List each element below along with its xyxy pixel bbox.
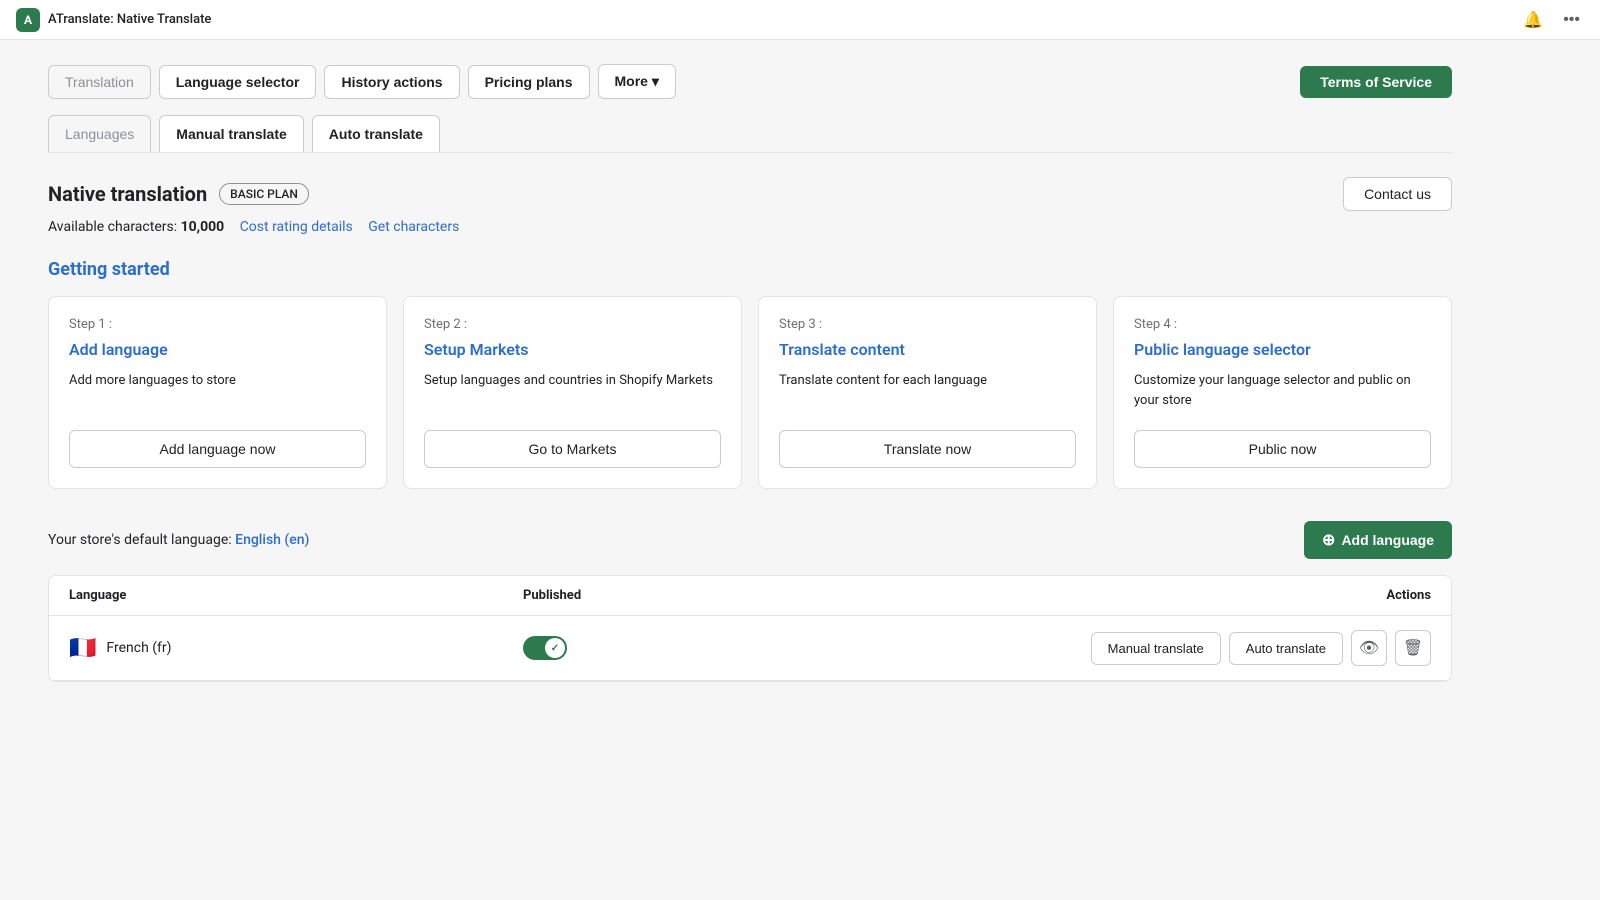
eye-icon: 👁 [1359, 638, 1379, 658]
col-header-language: Language [69, 588, 523, 603]
getting-started-title: Getting started [48, 259, 1452, 280]
step-1-label: Step 1 : [69, 317, 366, 332]
nav-tabs: Translation Language selector History ac… [48, 64, 1452, 99]
plus-circle-icon: ⊕ [1322, 530, 1335, 550]
col-header-actions: Actions [977, 588, 1431, 603]
language-name: French (fr) [106, 640, 171, 656]
toggle-knob: ✓ [545, 638, 565, 658]
manual-translate-row-button[interactable]: Manual translate [1091, 632, 1221, 665]
tab-language-selector[interactable]: Language selector [159, 65, 317, 99]
add-language-button[interactable]: ⊕ Add language [1304, 521, 1452, 559]
section-header: Native translation BASIC PLAN Contact us [48, 177, 1452, 211]
terms-of-service-button[interactable]: Terms of Service [1300, 66, 1452, 98]
step-4-label: Step 4 : [1134, 317, 1431, 332]
auto-translate-row-button[interactable]: Auto translate [1229, 632, 1343, 665]
title-bar: A ATranslate: Native Translate 🔔 ••• [0, 0, 1600, 40]
language-cell: 🇫🇷 French (fr) [69, 636, 523, 661]
cost-rating-link[interactable]: Cost rating details [240, 219, 353, 235]
step-2-desc: Setup languages and countries in Shopify… [424, 371, 721, 410]
step-2-title: Setup Markets [424, 340, 721, 359]
subtab-manual-translate[interactable]: Manual translate [159, 115, 303, 152]
notification-icon[interactable]: 🔔 [1519, 6, 1547, 34]
table-header: Language Published Actions [49, 576, 1451, 616]
step-4-button[interactable]: Public now [1134, 430, 1431, 468]
plan-badge: BASIC PLAN [219, 183, 309, 205]
default-lang-row: Your store's default language: English (… [48, 521, 1452, 559]
sub-tabs: Languages Manual translate Auto translat… [48, 115, 1452, 153]
step-1-title: Add language [69, 340, 366, 359]
published-toggle-container: ✓ [523, 636, 977, 660]
char-info: Available characters: 10,000 Cost rating… [48, 219, 1452, 235]
step-card-3: Step 3 : Translate content Translate con… [758, 296, 1097, 489]
step-3-desc: Translate content for each language [779, 371, 1076, 410]
view-icon-button[interactable]: 👁 [1351, 630, 1387, 666]
step-1-desc: Add more languages to store [69, 371, 366, 410]
more-options-icon[interactable]: ••• [1559, 7, 1584, 33]
app-title: ATranslate: Native Translate [48, 12, 211, 27]
checkmark-icon: ✓ [551, 643, 559, 654]
section-title-row: Native translation BASIC PLAN [48, 182, 309, 206]
tab-translation[interactable]: Translation [48, 65, 151, 99]
col-header-published: Published [523, 588, 977, 603]
main-content: Translation Language selector History ac… [0, 40, 1500, 706]
subtab-languages[interactable]: Languages [48, 115, 151, 152]
step-3-title: Translate content [779, 340, 1076, 359]
step-card-2: Step 2 : Setup Markets Setup languages a… [403, 296, 742, 489]
step-2-label: Step 2 : [424, 317, 721, 332]
step-4-desc: Customize your language selector and pub… [1134, 371, 1431, 410]
app-icon: A [16, 8, 40, 32]
published-toggle[interactable]: ✓ [523, 636, 567, 660]
step-4-title: Public language selector [1134, 340, 1431, 359]
tab-history-actions[interactable]: History actions [324, 65, 459, 99]
table-row: 🇫🇷 French (fr) ✓ Manual translate Auto t… [49, 616, 1451, 681]
tab-pricing-plans[interactable]: Pricing plans [468, 65, 590, 99]
get-characters-link[interactable]: Get characters [368, 219, 459, 235]
section-title: Native translation [48, 182, 207, 206]
step-card-4: Step 4 : Public language selector Custom… [1113, 296, 1452, 489]
step-card-1: Step 1 : Add language Add more languages… [48, 296, 387, 489]
actions-cell: Manual translate Auto translate 👁 🗑 [977, 630, 1431, 666]
step-3-label: Step 3 : [779, 317, 1076, 332]
default-lang-link[interactable]: English (en) [235, 532, 309, 548]
step-1-button[interactable]: Add language now [69, 430, 366, 468]
french-flag: 🇫🇷 [69, 636, 96, 661]
contact-us-button[interactable]: Contact us [1343, 177, 1452, 211]
languages-table: Language Published Actions 🇫🇷 French (fr… [48, 575, 1452, 682]
step-2-button[interactable]: Go to Markets [424, 430, 721, 468]
step-3-button[interactable]: Translate now [779, 430, 1076, 468]
title-bar-left: A ATranslate: Native Translate [16, 8, 211, 32]
tab-more[interactable]: More ▾ [598, 64, 676, 99]
subtab-auto-translate[interactable]: Auto translate [312, 115, 440, 152]
default-lang-text: Your store's default language: English (… [48, 532, 309, 548]
steps-grid: Step 1 : Add language Add more languages… [48, 296, 1452, 489]
title-bar-icons: 🔔 ••• [1519, 6, 1584, 34]
delete-icon-button[interactable]: 🗑 [1395, 630, 1431, 666]
trash-icon: 🗑 [1403, 638, 1423, 658]
